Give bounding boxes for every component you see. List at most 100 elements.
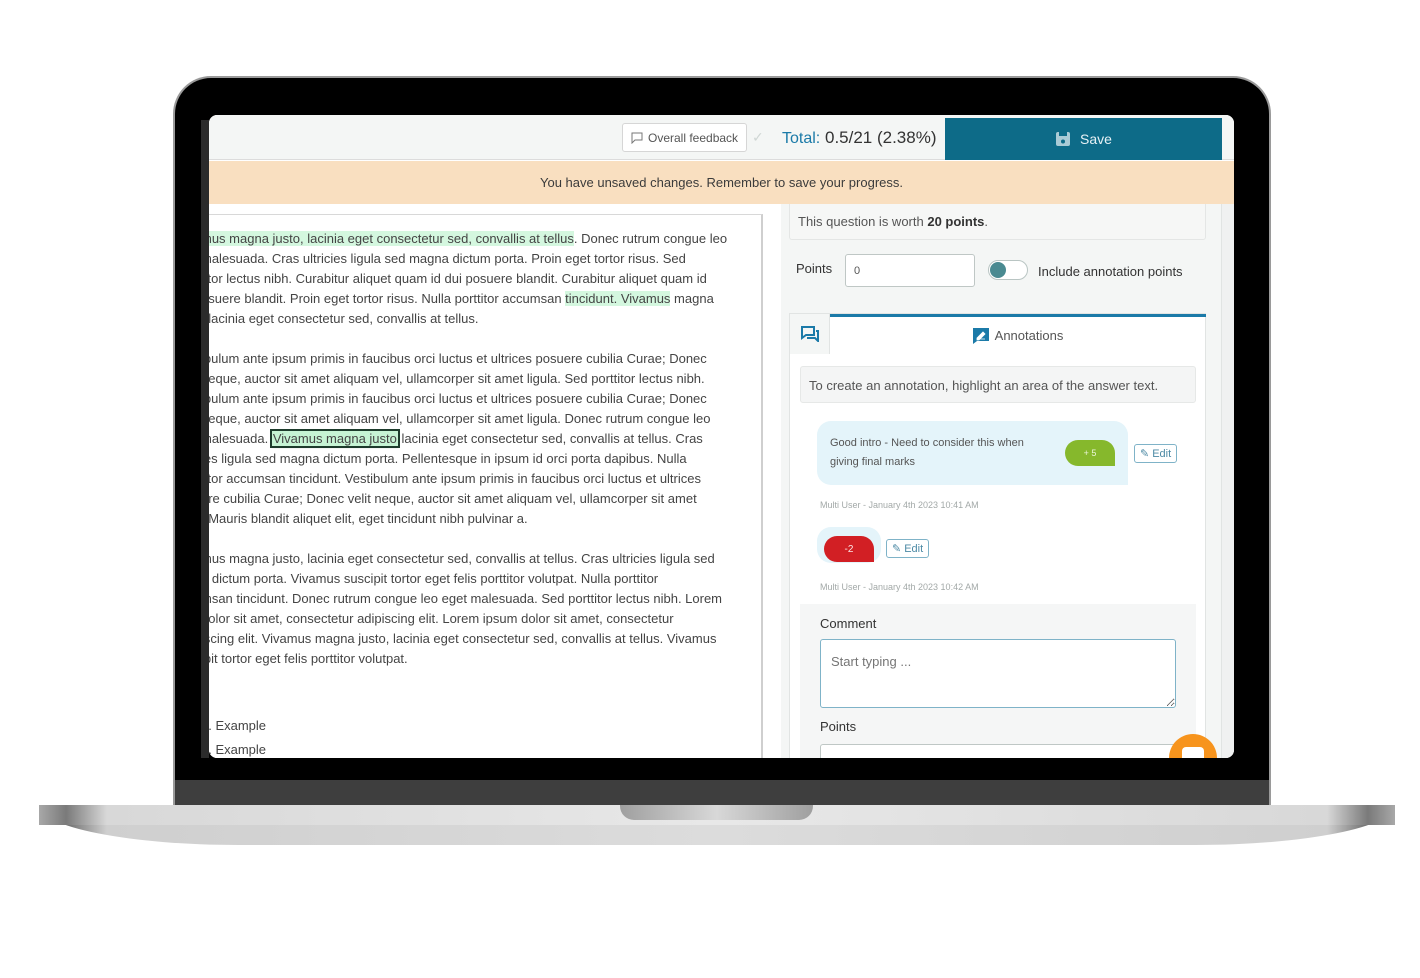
answer-line[interactable]: ibulum ante ipsum primis in faucibus orc… (209, 349, 741, 369)
answer-text-segment: ipit tortor eget felis porttitor volutpa… (209, 651, 408, 666)
answer-text-segment: . Donec rutrum congue leo (573, 231, 728, 246)
answer-paragraph[interactable]: mus magna justo, lacinia eget consectetu… (209, 229, 741, 329)
answer-text-segment: a dictum porta. Vivamus suscipit tortor … (209, 571, 659, 586)
answer-line[interactable]: titor lectus nibh. Curabitur aliquet qua… (209, 269, 741, 289)
answer-line[interactable]: osuere blandit. Proin eget tortor risus.… (209, 289, 741, 309)
unsaved-changes-banner: You have unsaved changes. Remember to sa… (209, 161, 1234, 204)
annotation-hint: To create an annotation, highlight an ar… (800, 366, 1196, 403)
chat-bubbles-icon (800, 326, 819, 342)
question-worth-note: This question is worth 20 points. (789, 204, 1206, 240)
answer-text-segment: ies ligula sed magna dictum porta. Pelle… (209, 451, 687, 466)
save-label: Save (1080, 131, 1112, 147)
laptop-notch (620, 805, 813, 820)
answer-line[interactable]: . Mauris blandit aliquet elit, eget tinc… (209, 509, 741, 529)
screen-shadow (201, 120, 209, 758)
annotation-points-badge: -2 (824, 536, 874, 562)
annotation-highlight[interactable]: mus magna justo, lacinia eget consectetu… (209, 231, 574, 246)
answer-text-segment: malesuada. (209, 431, 269, 446)
include-annotation-points-label: Include annotation points (1038, 264, 1183, 279)
answer-line[interactable]: mus magna justo, lacinia eget consectetu… (209, 549, 741, 569)
answer-line[interactable]: mus magna justo, lacinia eget consectetu… (209, 229, 741, 249)
edit-label: Edit (904, 542, 924, 555)
annotations-box: Annotations To create an annotation, hig… (789, 313, 1206, 758)
answer-text-segment: ibulum ante ipsum primis in faucibus orc… (209, 391, 707, 406)
tab-annotations[interactable]: Annotations (830, 314, 1206, 354)
answer-line[interactable]: malesuada. Vivamus magna justo lacinia e… (209, 429, 741, 449)
answer-text-segment: neque, auctor sit amet aliquam vel, ulla… (209, 371, 705, 386)
edit-annotation-button[interactable]: ✎ Edit (886, 539, 930, 558)
answer-text-segment: dolor sit amet, consectetur adipiscing e… (209, 611, 674, 626)
annotation-pen-icon (972, 327, 989, 344)
selected-annotation-highlight[interactable]: Vivamus magna justo (269, 429, 400, 448)
check-icon: ✓ (752, 129, 764, 145)
app-screen: Overall feedback ✓ Total: 0.5/21 (2.38%)… (209, 115, 1234, 758)
worth-prefix: This question is worth (798, 214, 928, 229)
overall-feedback-label: Overall feedback (648, 130, 739, 145)
answer-paragraph[interactable]: ibulum ante ipsum primis in faucibus orc… (209, 349, 741, 529)
answer-line[interactable]: a dictum porta. Vivamus suscipit tortor … (209, 569, 741, 589)
answer-paragraph[interactable]: mus magna justo, lacinia eget consectetu… (209, 549, 741, 669)
answer-line[interactable]: iscing elit. Vivamus magna justo, lacini… (209, 629, 741, 649)
toggle-knob (990, 262, 1006, 278)
answer-text-segment: neque, auctor sit amet aliquam vel, ulla… (209, 411, 711, 426)
answer-line[interactable]: ipit tortor eget felis porttitor volutpa… (209, 649, 741, 669)
edit-annotation-button[interactable]: ✎ Edit (1134, 444, 1178, 463)
annotation-points-badge: + 5 (1065, 440, 1115, 466)
answer-pane[interactable]: mus magna justo, lacinia eget consectetu… (209, 214, 763, 758)
new-annotation-form: Comment Points (800, 604, 1196, 758)
answer-line[interactable]: ies ligula sed magna dictum porta. Pelle… (209, 449, 741, 469)
answer-line[interactable]: ibulum ante ipsum primis in faucibus orc… (209, 389, 741, 409)
answer-text-segment: iscing elit. Vivamus magna justo, lacini… (209, 631, 717, 646)
edit-label: Edit (1152, 447, 1172, 460)
panel-scrollbar[interactable] (1221, 204, 1234, 758)
total-value: 0.5/21 (2.38%) (824, 128, 937, 147)
chat-icon (1182, 747, 1204, 758)
banner-message: You have unsaved changes. Remember to sa… (539, 175, 903, 190)
comment-textarea[interactable] (820, 639, 1176, 708)
answer-text-segment: , lacinia eget consectetur sed, convalli… (209, 311, 479, 326)
annotation-points-label: Points (820, 719, 857, 734)
annotations-tab-label: Annotations (994, 328, 1064, 343)
answer-text-segment: ere cubilia Curae; Donec velit neque, au… (209, 491, 697, 506)
points-input[interactable] (845, 254, 975, 287)
total-label: Total: (782, 130, 821, 147)
list-item: 1. Example (209, 718, 267, 733)
answer-line[interactable]: ere cubilia Curae; Donec velit neque, au… (209, 489, 741, 509)
answer-line[interactable]: neque, auctor sit amet aliquam vel, ulla… (209, 409, 741, 429)
annotation-comment: Good intro - Need to consider this when … (830, 437, 1024, 468)
comment-label: Comment (820, 616, 877, 631)
answer-text-segment: msan tincidunt. Donec rutrum congue leo … (209, 591, 723, 606)
overall-feedback-button[interactable]: Overall feedback (622, 123, 748, 152)
answer-line[interactable]: dolor sit amet, consectetur adipiscing e… (209, 609, 741, 629)
pencil-icon: ✎ (1140, 448, 1150, 460)
worth-suffix: . (984, 214, 989, 229)
answer-text[interactable]: mus magna justo, lacinia eget consectetu… (209, 229, 741, 689)
answer-text-segment: . Mauris blandit aliquet elit, eget tinc… (209, 511, 528, 526)
list-item: 2. Example (209, 742, 267, 757)
include-annotation-points-toggle[interactable] (988, 260, 1028, 280)
annotation-points-input[interactable] (820, 744, 1176, 758)
answer-text-segment: osuere blandit. Proin eget tortor risus.… (209, 291, 566, 306)
answer-text-segment: lacinia eget consectetur sed, convallis … (397, 431, 703, 446)
top-toolbar: Overall feedback ✓ Total: 0.5/21 (2.38%)… (209, 115, 1234, 160)
annotation-meta: Multi User - January 4th 2023 10:41 AM (820, 500, 979, 510)
pencil-icon: ✎ (892, 543, 902, 555)
annotation-highlight[interactable]: tincidunt. Vivamus (565, 291, 671, 306)
laptop-mockup: Overall feedback ✓ Total: 0.5/21 (2.38%)… (0, 0, 1420, 978)
floppy-disk-icon (1056, 132, 1071, 146)
answer-line[interactable]: malesuada. Cras ultricies ligula sed mag… (209, 249, 741, 269)
answer-text-segment: ibulum ante ipsum primis in faucibus orc… (209, 351, 707, 366)
worth-value: 20 points (927, 214, 985, 229)
answer-text-segment: titor accumsan tincidunt. Vestibulum ant… (209, 471, 701, 486)
answer-line[interactable]: , lacinia eget consectetur sed, convalli… (209, 309, 741, 329)
laptop-chin (175, 780, 1269, 806)
answer-line[interactable]: msan tincidunt. Donec rutrum congue leo … (209, 589, 741, 609)
answer-line[interactable]: titor accumsan tincidunt. Vestibulum ant… (209, 469, 741, 489)
answer-text-segment: magna (670, 291, 714, 306)
points-label: Points (796, 261, 833, 276)
save-button[interactable]: Save (945, 118, 1222, 160)
tab-comments[interactable] (790, 314, 830, 354)
total-score: Total: 0.5/21 (2.38%) (782, 128, 937, 148)
answer-line[interactable]: neque, auctor sit amet aliquam vel, ulla… (209, 369, 741, 389)
grading-panel: This question is worth 20 points. Points… (781, 204, 1221, 758)
